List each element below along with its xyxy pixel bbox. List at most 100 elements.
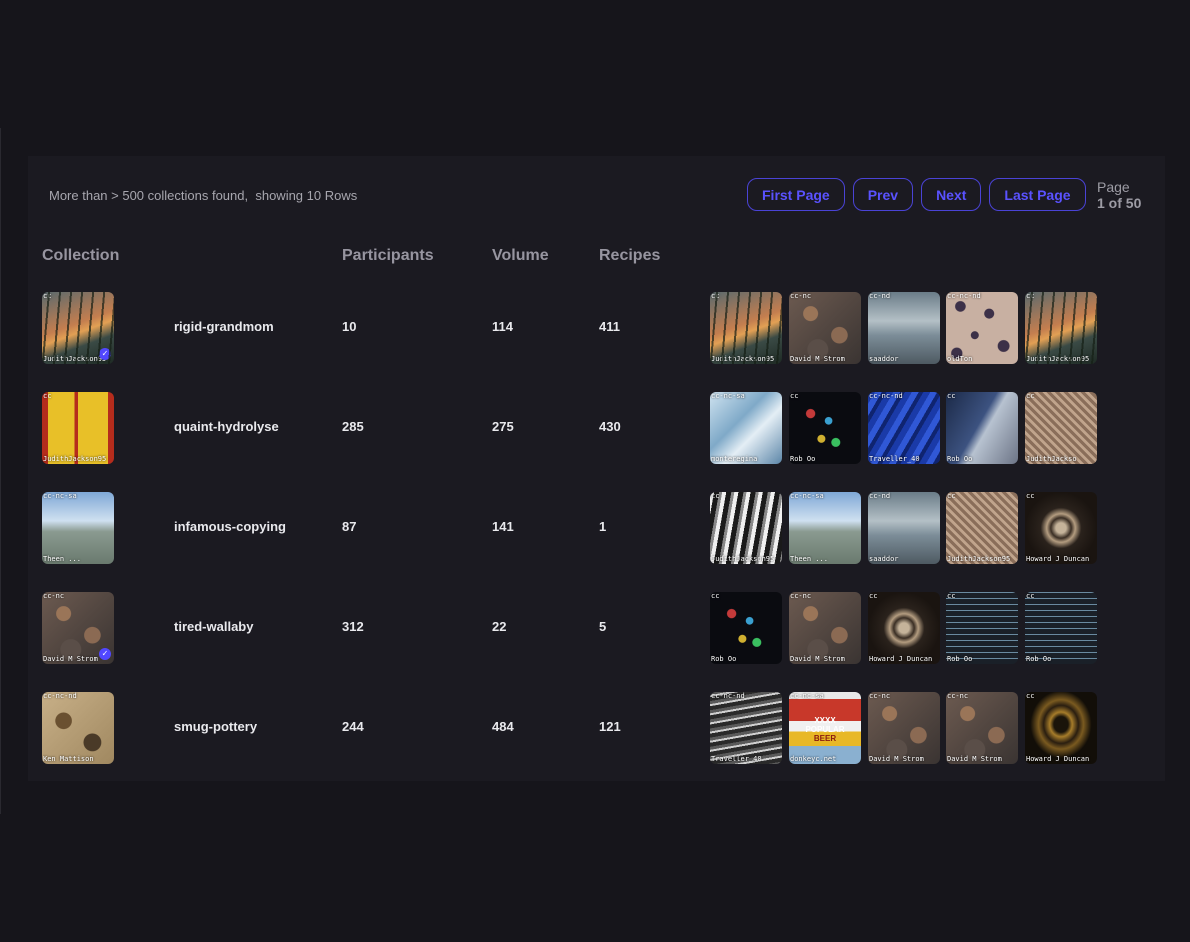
table-row[interactable]: cc-nc David M Strom ✓ tired-wallaby 312 … <box>28 592 1165 664</box>
collection-cover-image[interactable]: cc JudithJackson95 <box>42 392 114 464</box>
author-label: David M Strom <box>869 755 924 763</box>
recipe-thumbnail[interactable]: cc-nc-sa XXXX POPULAR BEER donkeyc.net <box>789 692 861 764</box>
page-value: 1 of 50 <box>1097 195 1142 211</box>
collection-name[interactable]: infamous-copying <box>174 519 286 534</box>
collection-cover-image[interactable]: cc JudithJackson95 ✓ <box>42 292 114 364</box>
recipe-thumbnail[interactable]: cc-nc David M Strom <box>789 592 861 664</box>
license-label: cc-nc-sa <box>790 492 824 500</box>
next-page-button[interactable]: Next <box>921 178 982 211</box>
recipe-thumbnail[interactable]: cc-nc-nd Traveller_40 <box>710 692 782 764</box>
license-label: cc-nc-sa <box>790 692 824 700</box>
author-label: JudithJackson95 <box>947 555 1011 563</box>
collection-name[interactable]: smug-pottery <box>174 719 257 734</box>
license-label: cc <box>711 592 720 600</box>
results-summary: More than > 500 collections found, showi… <box>49 188 357 203</box>
page-label: Page <box>1097 179 1130 195</box>
recipe-thumbnail[interactable]: cc-nd saaddor <box>868 492 940 564</box>
author-label: JudithJackson95 <box>711 555 775 563</box>
license-label: cc-nc-sa <box>43 492 77 500</box>
recipe-thumbnail[interactable]: cc Rob Oo <box>1025 592 1097 664</box>
license-label: cc-nc <box>790 292 812 300</box>
pagination: First Page Prev Next Last Page <box>747 178 1086 211</box>
rows-shown: showing 10 Rows <box>255 188 358 203</box>
license-label: cc <box>947 392 956 400</box>
author-label: JudithJackson95 <box>1026 355 1090 363</box>
license-label: cc-nc <box>947 692 969 700</box>
recipe-thumbnail[interactable]: cc-nc-nd Traveller_40 <box>868 392 940 464</box>
table-header: Collection Participants Volume Recipes <box>28 247 1165 267</box>
volume-value: 484 <box>492 719 514 734</box>
recipes-count: 430 <box>599 419 621 434</box>
license-label: cc <box>1026 292 1035 300</box>
author-label: saaddor <box>869 555 899 563</box>
recipe-thumbnail[interactable]: cc Rob Oo <box>789 392 861 464</box>
collection-cover-image[interactable]: cc-nc-nd Ken Mattison <box>42 692 114 764</box>
collection-name[interactable]: tired-wallaby <box>174 619 253 634</box>
author-label: Howard J Duncan <box>1026 555 1090 563</box>
table-row[interactable]: cc JudithJackson95 ✓ rigid-grandmom 10 1… <box>28 292 1165 364</box>
recipe-thumbnail[interactable]: cc JudithJackson95 <box>1025 292 1097 364</box>
recipes-count: 1 <box>599 519 607 534</box>
recipe-thumbnail[interactable]: cc Howard J Duncan <box>1025 692 1097 764</box>
recipe-thumbnail[interactable]: cc Howard J Duncan <box>1025 492 1097 564</box>
verified-check-icon: ✓ <box>99 348 111 360</box>
license-label: cc <box>1026 592 1035 600</box>
collection-cover-image[interactable]: cc-nc-sa Theen ... <box>42 492 114 564</box>
license-label: cc <box>790 392 799 400</box>
recipe-thumbnail[interactable]: cc-nc David M Strom <box>868 692 940 764</box>
license-label: cc <box>711 292 720 300</box>
author-label: Traveller_40 <box>869 455 920 463</box>
author-label: Theen ... <box>43 555 81 563</box>
author-label: monteregina <box>711 455 758 463</box>
recipe-thumbnail[interactable]: cc-nc David M Strom <box>789 292 861 364</box>
collection-name[interactable]: quaint-hydrolyse <box>174 419 279 434</box>
prev-page-button[interactable]: Prev <box>852 178 914 211</box>
author-label: oldTon <box>947 355 973 363</box>
author-label: Rob Oo <box>1026 655 1052 663</box>
recipe-thumbnail[interactable]: cc JudithJackson95 <box>946 492 1018 564</box>
recipe-thumbnail[interactable]: cc-nd saaddor <box>868 292 940 364</box>
recipe-thumbnail[interactable]: cc-nc-nd oldTon <box>946 292 1018 364</box>
recipe-thumbnail[interactable]: cc-nc-sa Theen ... <box>789 492 861 564</box>
recipe-thumbnail[interactable]: cc Rob Oo <box>946 392 1018 464</box>
author-label: Rob Oo <box>947 655 973 663</box>
left-divider <box>0 128 1 814</box>
recipe-thumbnail[interactable]: cc JudithJackson95 <box>710 492 782 564</box>
volume-value: 22 <box>492 619 507 634</box>
author-label: Rob Oo <box>790 455 816 463</box>
header-collection: Collection <box>42 247 120 264</box>
author-label: Rob Oo <box>711 655 737 663</box>
header-volume: Volume <box>492 247 549 264</box>
table-row[interactable]: cc-nc-sa Theen ... infamous-copying 87 1… <box>28 492 1165 564</box>
table-row[interactable]: cc-nc-nd Ken Mattison smug-pottery 244 4… <box>28 692 1165 764</box>
author-label: David M Strom <box>790 655 845 663</box>
author-label: donkeyc.net <box>790 755 837 763</box>
collection-cover-image[interactable]: cc-nc David M Strom ✓ <box>42 592 114 664</box>
license-label: cc <box>1026 692 1035 700</box>
recipe-thumbnail[interactable]: cc-nc David M Strom <box>946 692 1018 764</box>
collection-name[interactable]: rigid-grandmom <box>174 319 274 334</box>
recipe-thumbnail[interactable]: cc Rob Oo <box>946 592 1018 664</box>
license-label: cc <box>43 392 52 400</box>
recipes-count: 5 <box>599 619 607 634</box>
author-label: Howard J Duncan <box>869 655 933 663</box>
license-label: cc <box>947 592 956 600</box>
recipe-thumbnail[interactable]: cc JudithJackso <box>1025 392 1097 464</box>
license-label: cc <box>711 492 720 500</box>
header-recipes: Recipes <box>599 247 661 264</box>
first-page-button[interactable]: First Page <box>747 178 845 211</box>
participants-count: 285 <box>342 419 364 434</box>
results-count: More than > 500 collections found, <box>49 188 249 203</box>
recipe-thumbnail[interactable]: cc Howard J Duncan <box>868 592 940 664</box>
author-label: Traveller_40 <box>711 755 762 763</box>
license-label: cc <box>947 492 956 500</box>
recipe-thumbnail[interactable]: cc Rob Oo <box>710 592 782 664</box>
participants-count: 10 <box>342 319 357 334</box>
table-row[interactable]: cc JudithJackson95 quaint-hydrolyse 285 … <box>28 392 1165 464</box>
participants-count: 87 <box>342 519 357 534</box>
author-label: JudithJackson95 <box>43 355 107 363</box>
recipe-thumbnail[interactable]: cc JudithJackson95 <box>710 292 782 364</box>
last-page-button[interactable]: Last Page <box>989 178 1086 211</box>
author-label: Theen ... <box>790 555 828 563</box>
recipe-thumbnail[interactable]: cc-nc-sa monteregina <box>710 392 782 464</box>
